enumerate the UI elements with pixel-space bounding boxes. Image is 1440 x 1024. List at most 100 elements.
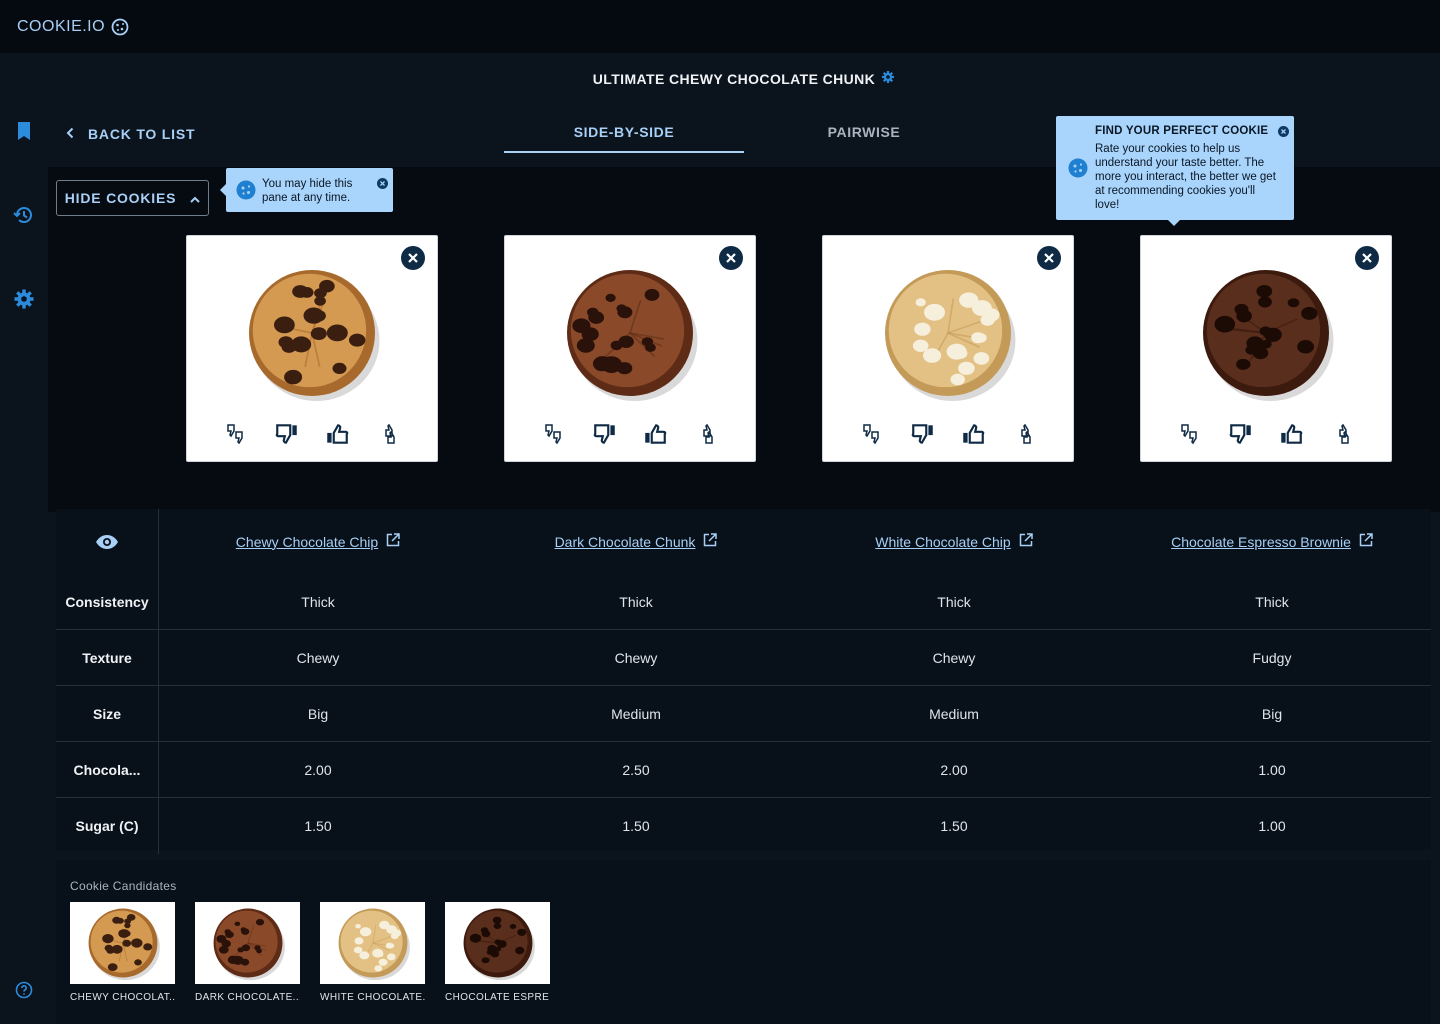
- chevron-up-icon: [190, 190, 200, 206]
- table-cell: Medium: [611, 705, 661, 722]
- table-cell: Thick: [1255, 593, 1289, 610]
- cookie-link-3[interactable]: White Chocolate Chip: [875, 533, 1033, 550]
- cookie-link-4[interactable]: Chocolate Espresso Brownie: [1171, 533, 1373, 550]
- strong-like-icon[interactable]: [692, 421, 718, 447]
- cookie-link-text: Chocolate Espresso Brownie: [1171, 533, 1351, 550]
- top-bar: COOKIE.IO: [0, 0, 1440, 53]
- cookie-card: [822, 235, 1074, 462]
- table-row: Consistency Thick Thick Thick Thick: [56, 574, 1431, 630]
- strong-like-icon[interactable]: [1010, 421, 1036, 447]
- rating-bar: [823, 421, 1073, 447]
- table-cell: Chewy: [932, 649, 976, 666]
- cookie-image: [555, 258, 705, 408]
- thumbs-down-icon[interactable]: [1228, 421, 1254, 447]
- close-icon[interactable]: [1355, 246, 1379, 270]
- table-row: Sugar (C) 1.50 1.50 1.50 1.00: [56, 798, 1431, 854]
- hide-cookies-label: HIDE COOKIES: [64, 190, 177, 206]
- thumbs-down-icon[interactable]: [274, 421, 300, 447]
- table-cell: Big: [307, 705, 329, 722]
- candidate-thumbnail: [195, 902, 300, 984]
- chevron-left-icon: [66, 126, 74, 142]
- history-icon[interactable]: [12, 203, 36, 227]
- candidate-thumbnail: [320, 902, 425, 984]
- cookie-image: [1191, 258, 1341, 408]
- close-icon[interactable]: [377, 176, 388, 189]
- table-cell: Thick: [301, 593, 335, 610]
- thumbs-up-icon[interactable]: [1278, 421, 1304, 447]
- strong-like-icon[interactable]: [1328, 421, 1354, 447]
- strong-dislike-icon[interactable]: [1178, 421, 1204, 447]
- tab-pairwise[interactable]: PAIRWISE: [744, 113, 984, 153]
- candidate-item[interactable]: DARK CHOCOLATE...: [195, 902, 300, 1003]
- candidates-title: Cookie Candidates: [70, 879, 177, 893]
- bookmark-icon[interactable]: [12, 119, 36, 143]
- thumbs-up-icon[interactable]: [642, 421, 668, 447]
- back-to-list-link[interactable]: BACK TO LIST: [66, 126, 195, 142]
- table-cell: Medium: [929, 705, 979, 722]
- table-cell: Thick: [937, 593, 971, 610]
- tooltip-text: Rate your cookies to help us understand …: [1095, 143, 1276, 211]
- thumbs-up-icon[interactable]: [960, 421, 986, 447]
- cookie-card: [186, 235, 438, 462]
- candidate-label: CHOCOLATE ESPRE...: [445, 992, 550, 1003]
- cookie-card: [504, 235, 756, 462]
- candidate-item[interactable]: WHITE CHOCOLATE...: [320, 902, 425, 1003]
- candidate-label: WHITE CHOCOLATE...: [320, 992, 425, 1003]
- rating-bar: [1141, 421, 1391, 447]
- external-link-icon: [1359, 533, 1373, 550]
- cookie-link-text: White Chocolate Chip: [875, 533, 1011, 550]
- cookie-link-1[interactable]: Chewy Chocolate Chip: [236, 533, 400, 550]
- logo-text: COOKIE.IO: [17, 17, 106, 35]
- tooltip-title: FIND YOUR PERFECT COOKIE: [1095, 125, 1269, 137]
- settings-icon[interactable]: [12, 287, 36, 311]
- table-cell: Chewy: [614, 649, 658, 666]
- external-link-icon: [703, 533, 718, 550]
- strong-like-icon[interactable]: [374, 421, 400, 447]
- close-icon[interactable]: [719, 246, 743, 270]
- strong-dislike-icon[interactable]: [860, 421, 886, 447]
- candidate-thumbnail: [445, 902, 550, 984]
- close-icon[interactable]: [1037, 246, 1061, 270]
- candidate-label: DARK CHOCOLATE...: [195, 992, 300, 1003]
- hide-cookies-button[interactable]: HIDE COOKIES: [56, 180, 209, 216]
- cookie-card: [1140, 235, 1392, 462]
- app-logo[interactable]: COOKIE.IO: [17, 18, 129, 36]
- row-label: Size: [56, 686, 159, 741]
- candidate-item[interactable]: CHOCOLATE ESPRE...: [445, 902, 550, 1003]
- table-cell: 1.50: [304, 818, 332, 834]
- cookie-icon: [236, 180, 256, 200]
- help-icon[interactable]: [12, 978, 36, 1002]
- thumbs-down-icon[interactable]: [592, 421, 618, 447]
- table-cell: 1.50: [622, 818, 650, 834]
- table-cell: 1.00: [1258, 761, 1286, 778]
- cookie-link-2[interactable]: Dark Chocolate Chunk: [555, 533, 718, 550]
- strong-dislike-icon[interactable]: [542, 421, 568, 447]
- close-icon[interactable]: [401, 246, 425, 270]
- page-title: ULTIMATE CHEWY CHOCOLATE CHUNK: [48, 70, 1440, 87]
- view-tabs: SIDE-BY-SIDE PAIRWISE: [504, 113, 984, 153]
- table-cell: Big: [1261, 705, 1283, 722]
- table-cell: 2.00: [940, 761, 968, 778]
- cookie-image: [873, 258, 1023, 408]
- tab-side-by-side[interactable]: SIDE-BY-SIDE: [504, 113, 744, 153]
- cookie-pane: HIDE COOKIES You may hide this pane at a…: [48, 116, 1440, 512]
- strong-dislike-icon[interactable]: [224, 421, 250, 447]
- thumbs-down-icon[interactable]: [910, 421, 936, 447]
- cookie-icon: [111, 18, 129, 36]
- thumbs-up-icon[interactable]: [324, 421, 350, 447]
- visibility-toggle[interactable]: [56, 509, 159, 574]
- row-label: Sugar (C): [56, 798, 159, 854]
- row-label: Chocola...: [56, 742, 159, 797]
- table-cell: 2.00: [304, 761, 332, 778]
- gear-icon[interactable]: [881, 70, 895, 87]
- row-label: Texture: [56, 630, 159, 685]
- candidate-item[interactable]: CHEWY CHOCOLAT...: [70, 902, 175, 1003]
- table-cell: 2.50: [622, 761, 650, 778]
- main-panel: ULTIMATE CHEWY CHOCOLATE CHUNK BACK TO L…: [48, 53, 1440, 1024]
- rating-bar: [187, 421, 437, 447]
- tooltip-text: You may hide this pane at any time.: [262, 178, 353, 204]
- table-row: Texture Chewy Chewy Chewy Fudgy: [56, 630, 1431, 686]
- candidate-thumbnail: [70, 902, 175, 984]
- cookie-candidates-panel: Cookie Candidates CHEWY CHOCOLAT... DARK…: [56, 860, 1431, 1024]
- close-icon[interactable]: [1278, 124, 1289, 137]
